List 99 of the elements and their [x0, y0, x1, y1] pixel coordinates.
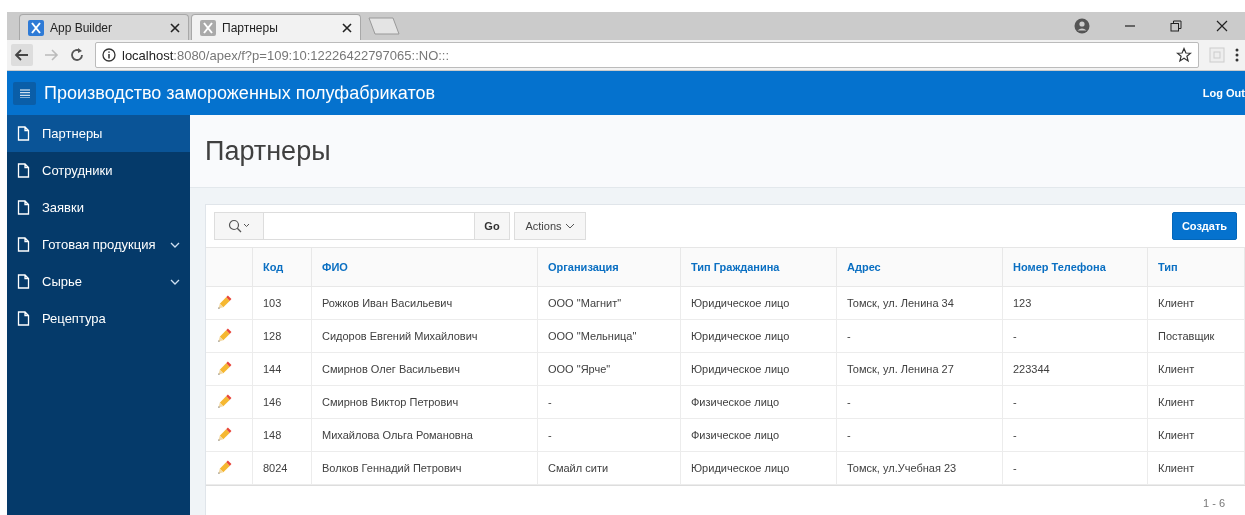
pagination-text: 1 - 6 [1203, 497, 1225, 509]
pencil-icon[interactable] [216, 394, 232, 410]
table-cell: Клиент [1147, 451, 1245, 485]
table-cell: 146 [252, 385, 312, 419]
column-header[interactable]: ФИО [311, 248, 538, 287]
table-cell: Смайл сити [537, 451, 681, 485]
table-cell: ООО "Ярче" [537, 352, 681, 386]
sidebar-item[interactable]: Заявки [7, 189, 190, 226]
column-header[interactable]: Тип Гражданина [680, 248, 837, 287]
tab-title: Партнеры [222, 20, 279, 35]
menu-icon[interactable] [1235, 48, 1239, 62]
pencil-icon[interactable] [216, 295, 232, 311]
profile-icon[interactable] [1074, 18, 1090, 34]
sidebar-item[interactable]: Сотрудники [7, 152, 190, 189]
table-cell: - [836, 385, 1003, 419]
table-cell: Томск, ул. Ленина 34 [836, 286, 1003, 320]
table-cell: - [1002, 418, 1148, 452]
column-header[interactable]: Код [252, 248, 312, 287]
app-title: Производство замороженных полуфабрикатов [44, 82, 436, 104]
column-header[interactable]: Номер Телефона [1002, 248, 1148, 287]
tab-title: App Builder [50, 20, 114, 35]
table-cell: 144 [252, 352, 312, 386]
table-cell: Физическое лицо [680, 418, 837, 452]
search-icon [228, 219, 250, 233]
page-icon [17, 200, 30, 215]
app-icon [28, 19, 44, 36]
menu-button[interactable] [13, 81, 36, 105]
table-cell: 123 [1002, 286, 1148, 320]
pencil-icon[interactable] [216, 427, 232, 443]
pencil-icon[interactable] [216, 460, 232, 476]
table-cell: Поставщик [1147, 319, 1245, 353]
address-field[interactable]: localhost:8080/apex/f?p=109:10:12226422797065::NO::: [95, 42, 1199, 68]
table-cell: - [836, 319, 1003, 353]
pencil-icon[interactable] [216, 328, 232, 344]
page-icon [17, 274, 30, 289]
table-cell: Юридическое лицо [680, 319, 837, 353]
table-cell: Клиент [1147, 418, 1245, 452]
page-icon [17, 163, 30, 178]
sidebar-item[interactable]: Рецептура [7, 300, 190, 337]
table-cell: ООО "Магнит" [537, 286, 681, 320]
search-column-button[interactable] [214, 212, 264, 240]
table-cell: Физическое лицо [680, 385, 837, 419]
table-cell: Клиент [1147, 385, 1245, 419]
table-cell: 8024 [252, 451, 312, 485]
page-icon [17, 126, 30, 141]
column-header[interactable]: Тип [1147, 248, 1245, 287]
page-title: Партнеры [205, 135, 331, 167]
column-header[interactable]: Адрес [836, 248, 1003, 287]
close-icon[interactable] [1216, 20, 1228, 32]
page-icon [17, 311, 30, 326]
table-cell: - [537, 418, 681, 452]
table-cell: 223344 [1002, 352, 1148, 386]
restore-icon[interactable] [1170, 20, 1182, 32]
pencil-icon[interactable] [216, 361, 232, 377]
close-icon[interactable] [342, 22, 352, 33]
create-button[interactable]: Создать [1172, 212, 1237, 240]
table-cell: - [1002, 451, 1148, 485]
close-icon[interactable] [170, 22, 180, 33]
app-icon [200, 19, 216, 36]
table-cell: Смирнов Олег Васильевич [311, 352, 538, 386]
table-cell: Клиент [1147, 352, 1245, 386]
info-icon [102, 48, 116, 62]
menu-icon [19, 88, 30, 98]
table-cell: ООО "Мельница" [537, 319, 681, 353]
chevron-icon[interactable] [170, 241, 180, 248]
logout-link[interactable]: Log Out [1202, 87, 1245, 99]
browser-tab[interactable]: Партнеры [191, 14, 361, 40]
table-cell: 128 [252, 319, 312, 353]
table-cell: - [537, 385, 681, 419]
table-cell: Рожков Иван Васильевич [311, 286, 538, 320]
table-cell: 148 [252, 418, 312, 452]
page-icon [17, 237, 30, 252]
table-cell: Юридическое лицо [680, 352, 837, 386]
table-cell: Волков Геннадий Петрович [311, 451, 538, 485]
table-cell: - [836, 418, 1003, 452]
sidebar-item[interactable]: Партнеры [7, 115, 190, 152]
table-cell: - [1002, 319, 1148, 353]
back-icon[interactable] [11, 44, 33, 66]
table-cell: - [1002, 385, 1148, 419]
table-cell: 103 [252, 286, 312, 320]
sidebar-item[interactable]: Сырье [7, 263, 190, 300]
table-cell: Томск, ул.Учебная 23 [836, 451, 1003, 485]
reload-icon[interactable] [69, 47, 85, 63]
column-header[interactable]: Организация [537, 248, 681, 287]
actions-button[interactable]: Actions [514, 212, 586, 240]
table-cell: Томск, ул. Ленина 27 [836, 352, 1003, 386]
chevron-icon[interactable] [170, 278, 180, 285]
table-cell: Клиент [1147, 286, 1245, 320]
star-icon[interactable] [1176, 47, 1192, 63]
table-cell: Смирнов Виктор Петрович [311, 385, 538, 419]
sidebar-item[interactable]: Готовая продукция [7, 226, 190, 263]
table-cell: Сидоров Евгений Михайлович [311, 319, 538, 353]
table-cell: Юридическое лицо [680, 286, 837, 320]
table-cell: Михайлова Ольга Романовна [311, 418, 538, 452]
browser-tab[interactable]: App Builder [19, 14, 189, 40]
search-field[interactable] [264, 212, 474, 240]
go-button[interactable]: Go [474, 212, 510, 240]
caret-icon [564, 223, 575, 229]
table-cell: Юридическое лицо [680, 451, 837, 485]
